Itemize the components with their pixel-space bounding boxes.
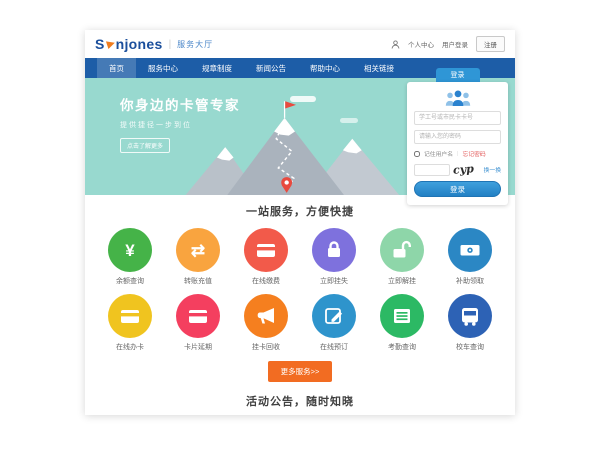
user-login-link[interactable]: 用户登录 [442,39,468,49]
service-transfer-recharge[interactable]: ⇄ 转账充值 [164,228,232,286]
announcements-title: 活动公告，随时知晓 [85,393,515,409]
logo-text-left: S [95,36,105,52]
banknote-icon [458,238,482,262]
captcha-input[interactable] [414,164,450,176]
service-circle [244,294,288,338]
unlock-icon [390,238,414,262]
megaphone-icon [254,304,278,328]
service-circle [448,294,492,338]
captcha-refresh-link[interactable]: 换一换 [484,165,501,174]
credit-card-icon [186,304,210,328]
transfer-arrows-icon: ⇄ [191,242,205,259]
hero-title: 你身边的卡管专家 [120,94,240,114]
service-circle [108,294,152,338]
remember-checkbox[interactable] [414,151,420,157]
service-circle [312,294,356,338]
services-grid: ¥ 余额查询 ⇄ 转账充值 在线缴费 [85,228,515,352]
service-card-recycle[interactable]: 挂卡回收 [232,294,300,352]
service-circle: ¥ [108,228,152,272]
captcha-image[interactable]: cyp [453,162,475,176]
service-report-loss[interactable]: 立即挂失 [300,228,368,286]
service-hall-page: S njones | 服务大厅 个人中心 用户登录 注册 首页 服务中心 规章制… [85,30,515,415]
nav-item-home[interactable]: 首页 [97,58,136,78]
users-icon [442,89,474,106]
text-divider: | [457,151,459,157]
bus-icon [458,304,482,328]
hero-banner: 你身边的卡管专家 提供捷径一步到位 点击了解更多 登录 [85,78,515,195]
more-services-button[interactable]: 更多服务>> [268,361,333,382]
list-icon [390,304,414,328]
top-links: 个人中心 用户登录 注册 [391,36,505,52]
service-circle [380,294,424,338]
service-online-payment[interactable]: 在线缴费 [232,228,300,286]
service-circle [176,294,220,338]
captcha-row: cyp 换一换 [414,163,501,176]
yen-icon: ¥ [125,242,134,259]
service-circle: ⇄ [176,228,220,272]
edit-icon [322,304,346,328]
credit-card-icon [254,238,278,262]
service-school-bus-inquiry[interactable]: 校车查询 [436,294,504,352]
services-section: 一站服务，方便快捷 ¥ 余额查询 ⇄ 转账充值 [85,195,515,382]
service-unlock-card[interactable]: 立即解挂 [368,228,436,286]
service-online-booking[interactable]: 在线预订 [300,294,368,352]
service-online-card-apply[interactable]: 在线办卡 [96,294,164,352]
login-form: 记住用户名 | 忘记密码 cyp 换一换 登录 [407,82,508,205]
register-button[interactable]: 注册 [476,36,505,52]
nav-item-help-center[interactable]: 帮助中心 [298,58,352,78]
forgot-password-link[interactable]: 忘记密码 [463,149,486,158]
remember-row: 记住用户名 | 忘记密码 [414,149,501,158]
service-circle [448,228,492,272]
logo-text-right: njones [116,36,163,52]
remember-label: 记住用户名 [424,149,453,158]
hero-cta-button[interactable]: 点击了解更多 [120,138,170,153]
announcements-section: 活动公告，随时知晓 使用指南 最新公告 更多>> 使用指南 更多>> [85,382,515,415]
service-balance-inquiry[interactable]: ¥ 余额查询 [96,228,164,286]
user-icon [391,40,400,49]
service-subsidy-collection[interactable]: 补助领取 [436,228,504,286]
service-circle [380,228,424,272]
service-attendance-inquiry[interactable]: 考勤查询 [368,294,436,352]
service-circle [244,228,288,272]
credit-card-icon [118,304,142,328]
login-panel: 登录 记住用户名 | 忘记密码 [407,68,508,205]
login-tab[interactable]: 登录 [436,68,480,82]
login-submit-button[interactable]: 登录 [414,181,501,197]
nav-item-news[interactable]: 新闻公告 [244,58,298,78]
logo-divider: | [169,39,172,50]
service-card-extension[interactable]: 卡片延期 [164,294,232,352]
hero-text: 你身边的卡管专家 提供捷径一步到位 点击了解更多 [120,94,240,153]
logo-arrow-icon [106,39,116,49]
nav-item-service-center[interactable]: 服务中心 [136,58,190,78]
password-input[interactable] [414,130,501,144]
nav-item-rules[interactable]: 规章制度 [190,58,244,78]
personal-center-link[interactable]: 个人中心 [408,39,434,49]
username-input[interactable] [414,111,501,125]
top-bar: S njones | 服务大厅 个人中心 用户登录 注册 [85,30,515,58]
services-title: 一站服务，方便快捷 [85,203,515,219]
service-circle [312,228,356,272]
lock-icon [322,238,346,262]
nav-item-links[interactable]: 相关链接 [352,58,406,78]
hero-subtitle: 提供捷径一步到位 [120,120,240,130]
logo[interactable]: S njones | 服务大厅 [95,36,213,52]
portal-name: 服务大厅 [177,39,213,50]
